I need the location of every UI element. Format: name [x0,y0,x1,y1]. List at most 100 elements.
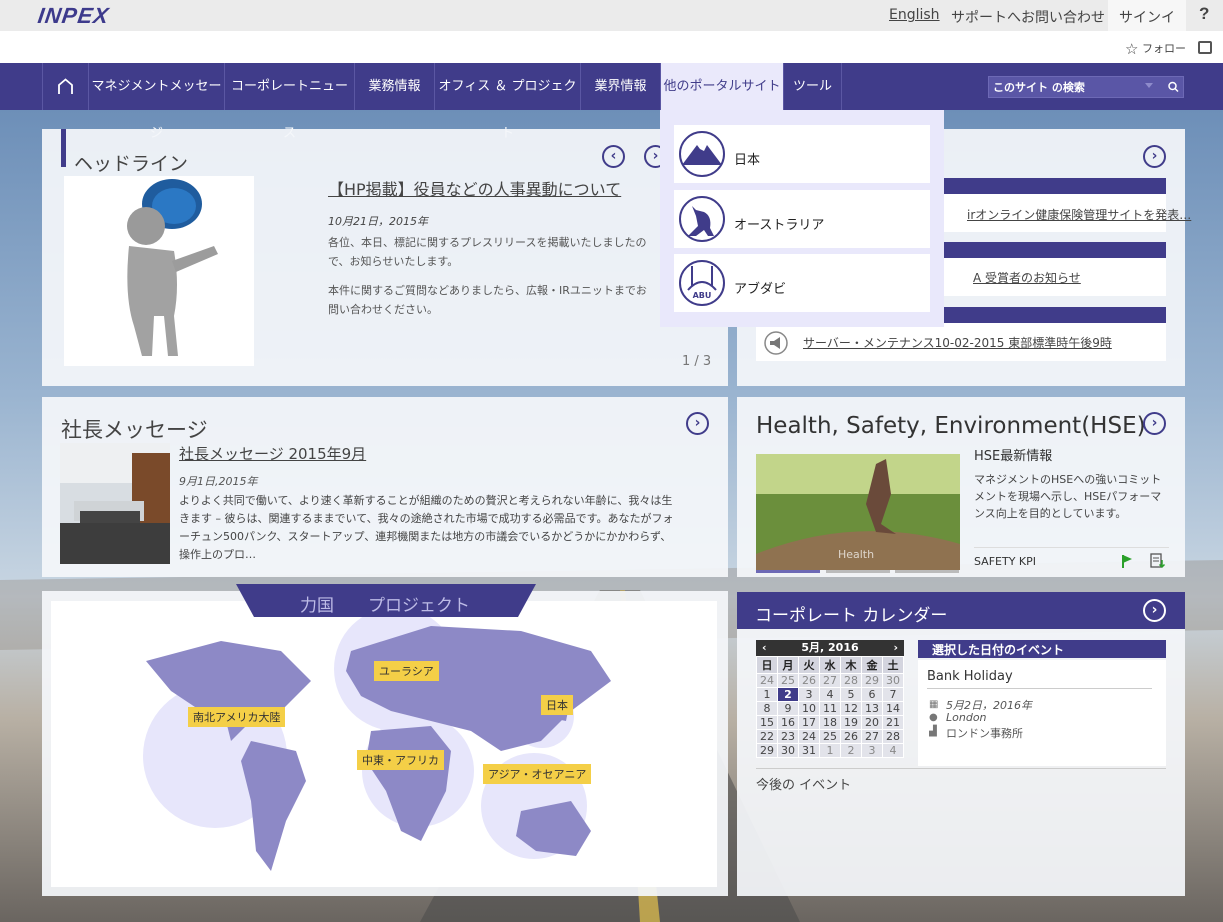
calendar-day[interactable]: 27 [820,674,841,688]
calendar-day[interactable]: 15 [757,716,778,730]
news-link-2[interactable]: A 受賞者のお知らせ [973,269,1081,286]
news-link-3[interactable]: サーバー・メンテナンス10-02-2015 東部標準時午後9時 [803,334,1112,351]
calendar-day[interactable]: 2 [841,744,862,758]
focus-mode-icon[interactable] [1198,41,1212,54]
calendar-day[interactable]: 12 [841,702,862,716]
prev-month-icon[interactable]: ‹ [762,640,767,656]
runner-image[interactable]: Health [756,454,960,570]
event-office: ロンドン事務所 [946,725,1023,741]
search-icon[interactable] [1163,77,1184,97]
calendar-day[interactable]: 28 [841,674,862,688]
calendar-day[interactable]: 14 [883,702,904,716]
megaphone-figure-image[interactable] [64,176,254,366]
calendar-day[interactable]: 3 [862,744,883,758]
calendar-day[interactable]: 28 [883,730,904,744]
search-scope-dropdown-icon[interactable] [1145,83,1153,88]
support-link[interactable]: サポートへお問い合わせ [951,7,1105,27]
calendar-week: 2930311234 [757,744,904,758]
calendar-day[interactable]: 23 [778,730,799,744]
calendar-day[interactable]: 21 [883,716,904,730]
ceo-more-arrow-icon[interactable]: › [686,412,709,435]
calendar-day[interactable]: 30 [883,674,904,688]
calendar-day[interactable]: 1 [757,688,778,702]
slider-indicator[interactable] [826,570,890,573]
calendar-day[interactable]: 29 [862,674,883,688]
calendar-day[interactable]: 26 [799,674,820,688]
events-header: 選択した日付のイベント [918,640,1166,658]
nav-home[interactable] [42,63,88,110]
meeting-room-image[interactable] [60,443,170,564]
calendar-day[interactable]: 5 [841,688,862,702]
calendar-day[interactable]: 25 [778,674,799,688]
calendar-day[interactable]: 18 [820,716,841,730]
calendar-day[interactable]: 3 [799,688,820,702]
calendar-day[interactable]: 31 [799,744,820,758]
mosque-icon: ABU [678,260,726,306]
calendar-day[interactable]: 27 [862,730,883,744]
weekday-header: 土 [883,657,904,674]
calendar-day[interactable]: 6 [862,688,883,702]
calendar-day[interactable]: 9 [778,702,799,716]
ceo-message-link[interactable]: 社長メッセージ 2015年9月 [179,443,366,464]
slider-indicator-active[interactable] [756,570,820,573]
megaphone-icon [764,331,788,355]
calendar-day[interactable]: 20 [862,716,883,730]
region-japan[interactable]: 日本 [541,695,573,715]
calendar-day[interactable]: 26 [841,730,862,744]
region-middle-east-africa[interactable]: 中東・アフリカ [357,750,444,770]
calendar-day[interactable]: 24 [757,674,778,688]
calendar-day[interactable]: 4 [883,744,904,758]
calendar-day[interactable]: 22 [757,730,778,744]
nav-business-info[interactable]: 業務情報 [354,63,434,110]
calendar-day[interactable]: 1 [820,744,841,758]
calendar-day[interactable]: 17 [799,716,820,730]
divider [756,768,1166,769]
calendar-day[interactable]: 25 [820,730,841,744]
portal-abudhabi[interactable]: ABU アブダビ [674,254,930,312]
portal-japan[interactable]: 日本 [674,125,930,183]
portal-australia[interactable]: オーストラリア [674,190,930,248]
nav-office-project[interactable]: オフィス ＆ プロジェクト [434,63,580,110]
calendar-day[interactable]: 7 [883,688,904,702]
english-link[interactable]: English [889,7,940,23]
calendar-day[interactable]: 16 [778,716,799,730]
calendar-more-arrow-icon[interactable]: › [1143,599,1166,622]
hse-image-caption: Health [838,548,874,561]
nav-management-message[interactable]: マネジメントメッセージ [88,63,224,110]
calendar-day[interactable]: 13 [862,702,883,716]
nav-corporate-news[interactable]: コーポレートニュース [224,63,354,110]
calendar-day[interactable]: 19 [841,716,862,730]
nav-other-portals[interactable]: 他のポータルサイト [660,63,783,110]
event-title[interactable]: Bank Holiday [927,669,1013,684]
news-link-1[interactable]: irオンライン健康保険管理サイトを発表… [967,206,1191,223]
calendar-day[interactable]: 29 [757,744,778,758]
search-input[interactable] [989,77,1161,97]
calendar-day[interactable]: 2 [778,688,799,702]
safety-kpi-label[interactable]: SAFETY KPI [974,555,1036,568]
follow-button[interactable]: ☆ フォロー [1125,40,1186,58]
hse-text: マネジメントのHSEへの強いコミットメントを現場へ示し、HSEパフォーマンス向上… [974,471,1169,522]
region-asia-oceania[interactable]: アジア・オセアニア [483,764,591,784]
headline-news-link[interactable]: 【HP掲載】役員などの人事異動について [328,176,621,200]
region-eurasia[interactable]: ユーラシア [374,661,439,681]
calendar-day[interactable]: 10 [799,702,820,716]
slider-indicator[interactable] [895,570,959,573]
calendar-day[interactable]: 30 [778,744,799,758]
calendar-day[interactable]: 4 [820,688,841,702]
help-icon[interactable]: ? [1199,4,1209,24]
next-month-icon[interactable]: › [893,640,898,656]
prev-arrow-icon[interactable]: ‹ [602,145,625,168]
calendar-day[interactable]: 24 [799,730,820,744]
news-more-arrow-icon[interactable]: › [1143,145,1166,168]
upcoming-events-link[interactable]: 今後の イベント [756,774,851,793]
nav-tools[interactable]: ツール [783,63,842,110]
region-americas[interactable]: 南北アメリカ大陸 [188,707,285,727]
download-doc-icon[interactable] [1150,553,1166,569]
flag-icon[interactable] [1121,554,1133,568]
calendar-day[interactable]: 11 [820,702,841,716]
calendar-day[interactable]: 8 [757,702,778,716]
inpex-logo[interactable]: INPEX [36,3,111,29]
nav-industry-info[interactable]: 業界情報 [580,63,660,110]
hse-more-arrow-icon[interactable]: › [1143,412,1166,435]
signin-button[interactable]: サインイン [1108,0,1186,31]
